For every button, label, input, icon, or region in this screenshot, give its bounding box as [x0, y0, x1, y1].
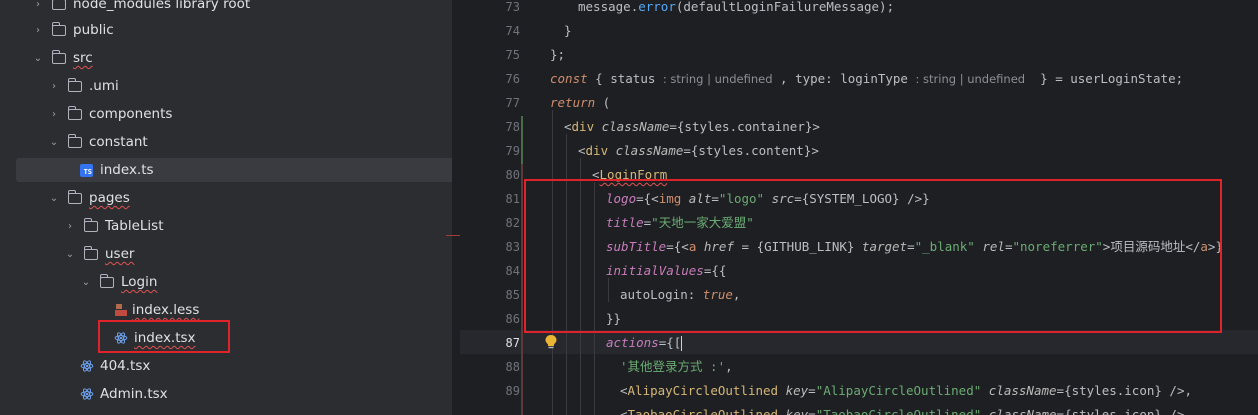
line-number: 76	[505, 72, 520, 86]
tree-item-tablelist[interactable]: › TableList	[0, 214, 452, 238]
tree-item-label: Login	[121, 274, 158, 290]
chevron-right-icon[interactable]: ›	[32, 0, 44, 10]
code-line: const { status : string | undefined , ty…	[550, 71, 1184, 86]
tree-item-umi[interactable]: › .umi	[0, 74, 452, 98]
tree-item-index-ts[interactable]: TS index.ts	[16, 158, 452, 182]
chevron-down-icon[interactable]: ⌄	[48, 192, 60, 204]
code-line: message.error(defaultLoginFailureMessage…	[578, 0, 895, 14]
tree-item-constant[interactable]: ⌄ constant	[0, 130, 452, 154]
annotation-highlight-box	[524, 179, 1222, 333]
tree-item-node-modules[interactable]: › node_modules library root	[0, 0, 452, 16]
tree-item-label: src	[73, 50, 93, 66]
tree-item-src[interactable]: ⌄ src	[0, 46, 452, 70]
tree-item-label: public	[73, 22, 114, 38]
gutter-marker	[446, 235, 460, 236]
chevron-right-icon[interactable]: ›	[64, 220, 76, 232]
chevron-right-icon[interactable]: ›	[32, 24, 44, 36]
tree-item-label: .umi	[89, 78, 119, 94]
folder-icon	[67, 105, 82, 120]
code-editor[interactable]: 73 74 75 76 77 78 79 80 81 82 83 84 85 8…	[460, 0, 1258, 415]
line-number: 73	[505, 0, 520, 14]
folder-icon	[99, 273, 114, 288]
code-line: <div className={styles.container}>	[564, 119, 820, 134]
code-line-current: actions={[	[606, 335, 683, 351]
tree-item-label: index.ts	[100, 162, 154, 178]
code-line: return (	[550, 95, 611, 110]
folder-icon	[52, 0, 66, 10]
folder-icon	[67, 189, 82, 204]
typescript-file-icon: TS	[80, 163, 93, 177]
tree-item-admin-tsx[interactable]: Admin.tsx	[0, 382, 452, 406]
tree-item-label: pages	[89, 190, 130, 206]
project-tree: › node_modules library root › public ⌄ s…	[0, 0, 452, 415]
annotation-highlight-box	[98, 320, 230, 353]
tree-item-label: 404.tsx	[100, 358, 151, 374]
tree-item-404-tsx[interactable]: 404.tsx	[0, 354, 452, 378]
folder-icon	[51, 21, 66, 36]
chevron-right-icon[interactable]: ›	[48, 108, 60, 120]
tree-item-label: index.less	[132, 302, 200, 318]
code-line: <div className={styles.content}>	[578, 143, 819, 158]
panel-divider[interactable]	[452, 0, 460, 415]
folder-icon	[83, 217, 98, 232]
line-number: 77	[505, 96, 520, 110]
line-number: 86	[505, 312, 520, 326]
folder-icon	[67, 77, 82, 92]
tree-item-user[interactable]: ⌄ user	[0, 242, 452, 266]
line-number: 75	[505, 48, 520, 62]
line-number: 79	[505, 144, 520, 158]
react-file-icon	[80, 360, 94, 372]
line-number: 74	[505, 24, 520, 38]
lightbulb-icon[interactable]	[544, 334, 558, 350]
code-line: }	[564, 23, 572, 38]
change-marker	[521, 116, 523, 164]
tree-item-public[interactable]: › public	[0, 18, 452, 42]
line-number: 80	[505, 168, 520, 182]
tree-item-label: user	[105, 246, 135, 262]
change-marker	[521, 164, 523, 415]
chevron-down-icon[interactable]: ⌄	[48, 136, 60, 148]
code-line: <AlipayCircleOutlined key="AlipayCircleO…	[620, 383, 1193, 398]
line-number-current: 87	[505, 336, 520, 350]
tree-item-pages[interactable]: ⌄ pages	[0, 186, 452, 210]
react-file-icon	[80, 388, 94, 400]
chevron-down-icon[interactable]: ⌄	[32, 52, 44, 64]
chevron-down-icon[interactable]: ⌄	[64, 248, 76, 260]
text-cursor	[681, 336, 683, 351]
folder-icon	[83, 245, 98, 260]
tree-item-label: components	[89, 106, 173, 122]
folder-icon	[67, 133, 82, 148]
tree-item-login[interactable]: ⌄ Login	[0, 270, 452, 294]
code-line: <TaobaoCircleOutlined key="TaobaoCircleO…	[620, 407, 1185, 415]
folder-icon	[51, 49, 66, 64]
line-number: 78	[505, 120, 520, 134]
code-line: };	[550, 47, 566, 62]
line-number: 89	[505, 384, 520, 398]
chevron-right-icon[interactable]: ›	[48, 80, 60, 92]
tree-item-index-less[interactable]: index.less	[0, 298, 452, 322]
line-number: 83	[505, 240, 520, 254]
tree-item-label: Admin.tsx	[100, 386, 168, 402]
code-line: '其他登录方式 :',	[620, 359, 733, 374]
less-file-icon	[114, 303, 128, 317]
line-number: 88	[505, 360, 520, 374]
line-number: 84	[505, 264, 520, 278]
line-number: 81	[505, 192, 520, 206]
chevron-down-icon[interactable]: ⌄	[80, 276, 92, 288]
line-number: 82	[505, 216, 520, 230]
tree-item-label: constant	[89, 134, 148, 150]
tree-item-components[interactable]: › components	[0, 102, 452, 126]
tree-item-label: node_modules library root	[73, 0, 251, 12]
tree-item-label: TableList	[105, 218, 164, 234]
line-number: 85	[505, 288, 520, 302]
